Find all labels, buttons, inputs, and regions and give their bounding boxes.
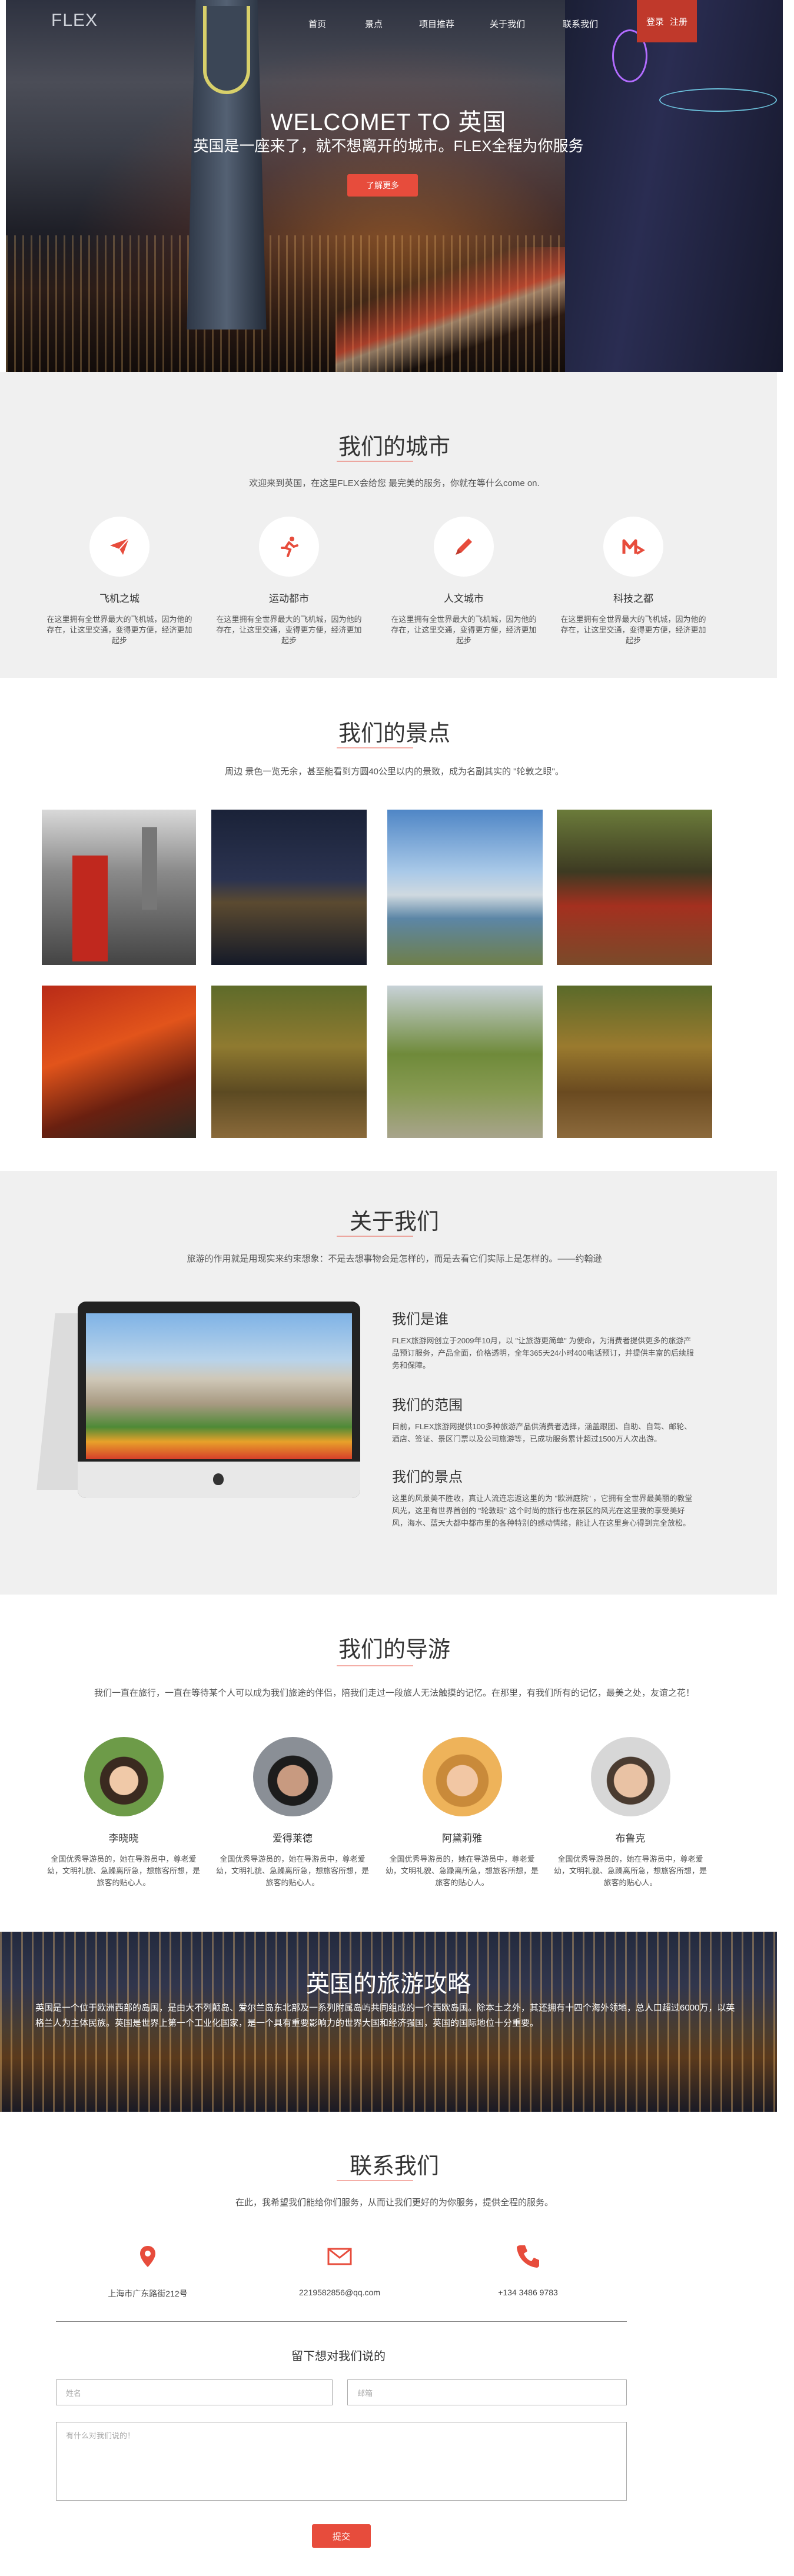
guide-name: 布鲁克	[615, 1833, 646, 1844]
photo-autumn-forest[interactable]	[210, 984, 368, 1140]
learn-more-button[interactable]: 了解更多	[347, 174, 418, 197]
contact-subtitle: 在此，我希望我们能给你们服务，从而让我们更好的为你服务，提供全程的服务。	[235, 2198, 553, 2208]
guide-name: 李晓晓	[108, 1833, 139, 1844]
name-field[interactable]: 姓名	[56, 2379, 333, 2405]
title-divider	[337, 461, 413, 462]
photo-night-river[interactable]	[210, 808, 368, 967]
avatar[interactable]	[253, 1737, 333, 1816]
about-heading: 我们是谁	[392, 1312, 449, 1327]
photo-temple[interactable]	[555, 808, 714, 967]
title-divider	[337, 1665, 413, 1666]
about-text: 目前，FLEX旅游网提供100多种旅游产品供消费者选择，涵盖跟团、自助、自驾、邮…	[392, 1422, 692, 1443]
guide-banner-title: 英国的旅游攻略	[306, 1971, 471, 1997]
city-feature-text: 在这里拥有全世界最大的飞机城，因为他的存在，让这里交通，变得更方便，经济更加起步	[560, 615, 706, 645]
city-feature-name: 飞机之城	[99, 593, 139, 604]
form-title: 留下想对我们说的	[291, 2350, 386, 2363]
guide-text: 全国优秀导游员的，她在导游员中，尊老爱幼，文明礼貌、急躁离所急，想旅客所想，是旅…	[216, 1855, 370, 1887]
nav-about[interactable]: 关于我们	[490, 18, 525, 30]
attractions-subtitle: 周边 景色一览无余，甚至能看到方圆40公里以内的景致，成为名副其实的 "轮敦之眼…	[225, 767, 564, 777]
city-road-lights	[335, 247, 583, 372]
mail-icon	[327, 2248, 352, 2268]
nav-projects[interactable]: 项目推荐	[419, 18, 454, 30]
title-divider	[337, 1236, 413, 1237]
guide-text: 全国优秀导游员的，她在导游员中，尊老爱幼，文明礼貌、急躁离所急，想旅客所想，是旅…	[386, 1855, 539, 1887]
guide-name: 爱得莱德	[273, 1833, 313, 1844]
photo-torii-gate[interactable]	[40, 984, 198, 1140]
city-feature-text: 在这里拥有全世界最大的飞机城，因为他的存在，让这里交通，变得更方便，经济更加起步	[216, 615, 362, 645]
apple-logo-icon	[213, 1473, 224, 1485]
email-text[interactable]: 2219582856@qq.com	[263, 2288, 416, 2297]
attractions-title: 我们的景点	[338, 721, 450, 746]
message-textarea[interactable]: 有什么对我们说的！	[56, 2422, 627, 2501]
about-title: 关于我们	[349, 1210, 439, 1234]
skyscraper-image	[565, 0, 783, 372]
city-feature-name: 科技之都	[613, 593, 653, 604]
avatar[interactable]	[423, 1737, 502, 1816]
register-link[interactable]: 注册	[670, 15, 687, 28]
city-feature-text: 在这里拥有全世界最大的飞机城，因为他的存在，让这里交通，变得更方便，经济更加起步	[46, 615, 192, 645]
about-heading: 我们的范围	[392, 1397, 463, 1413]
guide-banner-text: 英国是一个位于欧洲西部的岛国，是由大不列颠岛、爱尔兰岛东北部及一系列附属岛屿共同…	[35, 2003, 735, 2028]
monitor-image	[36, 1302, 364, 1498]
hero-title: WELCOMET TO 英国	[270, 109, 507, 135]
contact-title: 联系我们	[349, 2154, 439, 2179]
guides-title: 我们的导游	[338, 1638, 450, 1662]
plane-icon	[89, 517, 150, 577]
nav-attractions[interactable]: 景点	[365, 18, 383, 30]
title-divider	[337, 2180, 413, 2181]
about-heading: 我们的景点	[392, 1469, 463, 1485]
nav-home[interactable]: 首页	[308, 18, 326, 30]
guide-text: 全国优秀导游员的，她在导游员中，尊老爱幼，文明礼貌、急躁离所急，想旅客所想，是旅…	[47, 1855, 201, 1887]
photo-bridge-bay[interactable]	[386, 808, 544, 967]
contact-divider	[56, 2321, 627, 2322]
guide-name: 阿黛莉雅	[442, 1833, 482, 1844]
runner-icon	[259, 517, 319, 577]
tech-icon	[603, 517, 663, 577]
avatar[interactable]	[84, 1737, 164, 1816]
location-icon	[139, 2245, 157, 2271]
email-field[interactable]: 邮箱	[347, 2379, 627, 2405]
guide-text: 全国优秀导游员的，她在导游员中，尊老爱幼，文明礼貌、急躁离所急，想旅客所想，是旅…	[554, 1855, 707, 1887]
about-subtitle: 旅游的作用就是用现实来约束想象：不是去想事物会是怎样的，而是去看它们实际上是怎样…	[187, 1254, 602, 1264]
submit-button[interactable]: 提交	[312, 2524, 371, 2548]
site-logo[interactable]: FLEX	[51, 11, 98, 31]
hero-subtitle: 英国是一座来了，就不想离开的城市。FLEX全程为你服务	[193, 137, 584, 155]
city-feature-name: 运动都市	[269, 593, 309, 604]
about-text: 这里的风景美不胜收，真让人流连忘返这里的为 "欧洲庭院" ，它拥有全世界最美丽的…	[392, 1494, 693, 1527]
city-feature-text: 在这里拥有全世界最大的飞机城，因为他的存在，让这里交通，变得更方便，经济更加起步	[391, 615, 537, 645]
pencil-icon	[434, 517, 494, 577]
nav-contact[interactable]: 联系我们	[563, 18, 598, 30]
phone-icon	[516, 2243, 541, 2272]
cities-subtitle: 欢迎来到英国，在这里FLEX会给您 最完美的服务，你就在等什么come on.	[249, 478, 540, 488]
avatar[interactable]	[591, 1737, 670, 1816]
photo-vineyard[interactable]	[386, 984, 544, 1140]
photo-phone-booth[interactable]	[40, 808, 198, 967]
guides-subtitle: 我们一直在旅行，一直在等待某个人可以成为我们旅途的伴侣，陪我们走过一段旅人无法触…	[94, 1688, 695, 1698]
photo-park-path[interactable]	[555, 984, 714, 1140]
city-feature-name: 人文城市	[444, 593, 484, 604]
title-divider	[337, 747, 413, 748]
auth-box: 登录 注册	[637, 0, 697, 42]
about-text: FLEX旅游网创立于2009年10月，以 "让旅游更简单" 为使命，为消费者提供…	[392, 1336, 694, 1370]
cities-title: 我们的城市	[338, 435, 450, 460]
phone-text[interactable]: +134 3486 9783	[451, 2288, 604, 2297]
address-text: 上海市广东路街212号	[108, 2289, 188, 2298]
kingdom-tower-image	[187, 0, 267, 330]
login-link[interactable]: 登录	[646, 15, 664, 28]
